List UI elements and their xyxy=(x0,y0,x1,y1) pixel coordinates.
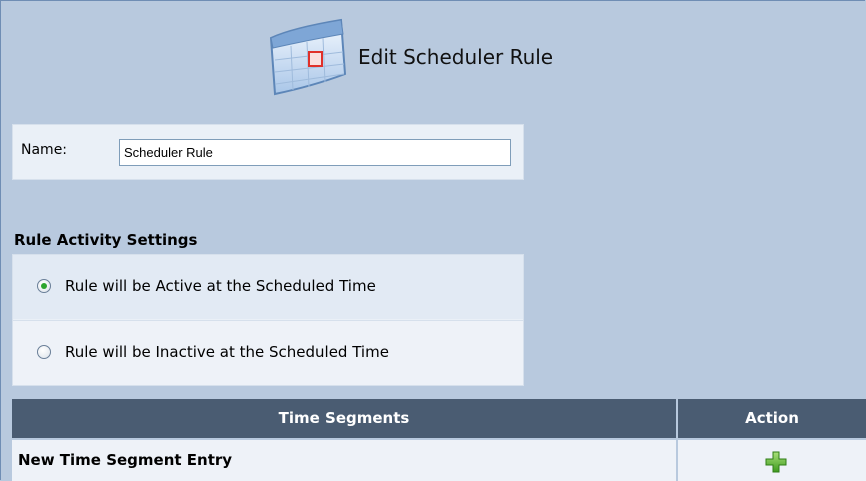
rule-activity-options: Rule will be Active at the Scheduled Tim… xyxy=(12,254,524,386)
page-header: Edit Scheduler Rule xyxy=(0,0,866,118)
active-option-label[interactable]: Rule will be Active at the Scheduled Tim… xyxy=(65,277,376,295)
time-segments-table: Time Segments Action New Time Segment En… xyxy=(12,399,866,481)
option-inactive-row[interactable]: Rule will be Inactive at the Scheduled T… xyxy=(13,320,523,385)
calendar-icon xyxy=(269,18,347,96)
name-row: Name: xyxy=(12,124,524,180)
page-title: Edit Scheduler Rule xyxy=(358,45,554,69)
action-cell xyxy=(678,440,866,481)
column-header-action: Action xyxy=(678,399,866,438)
inactive-radio[interactable] xyxy=(37,345,51,359)
inactive-option-label[interactable]: Rule will be Inactive at the Scheduled T… xyxy=(65,343,389,361)
add-icon[interactable] xyxy=(765,451,787,473)
name-label: Name: xyxy=(21,142,68,158)
column-header-time-segments: Time Segments xyxy=(12,399,676,438)
rule-activity-title: Rule Activity Settings xyxy=(14,231,198,249)
new-time-segment-entry[interactable]: New Time Segment Entry xyxy=(12,440,676,481)
option-active-row[interactable]: Rule will be Active at the Scheduled Tim… xyxy=(13,255,523,319)
radio-selected-dot xyxy=(41,283,47,289)
active-radio[interactable] xyxy=(37,279,51,293)
name-input[interactable] xyxy=(119,139,511,166)
